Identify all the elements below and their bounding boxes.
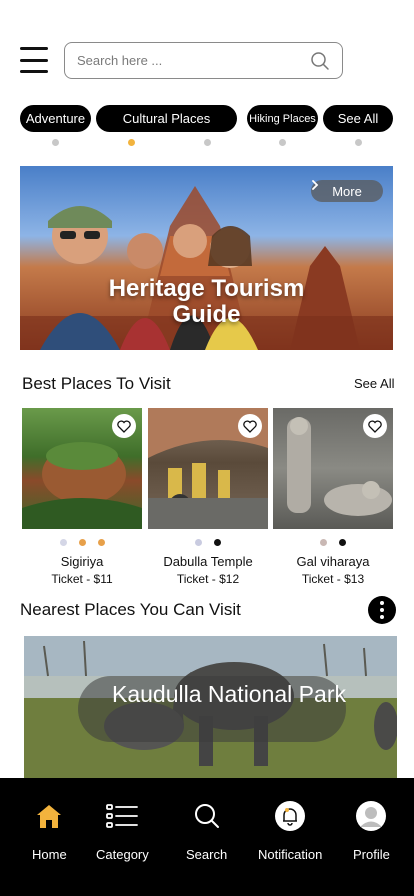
image-dots bbox=[148, 539, 268, 547]
nav-profile[interactable]: Profile bbox=[353, 800, 390, 862]
chip-indicator-dot bbox=[355, 139, 362, 146]
banner-title: Heritage Tourism Guide bbox=[108, 275, 305, 328]
nav-home[interactable]: Home bbox=[32, 800, 67, 862]
nav-category[interactable]: Category bbox=[96, 800, 149, 862]
place-image bbox=[273, 408, 393, 529]
best-places-title: Best Places To Visit bbox=[22, 374, 171, 393]
favorite-button[interactable] bbox=[363, 414, 387, 438]
category-icon bbox=[106, 804, 139, 828]
place-price: Ticket - $11 bbox=[51, 572, 113, 586]
heritage-banner[interactable]: More Heritage Tourism Guide bbox=[20, 166, 393, 350]
nav-notification-label: Notification bbox=[258, 847, 323, 862]
heart-icon bbox=[117, 419, 131, 433]
more-dot bbox=[380, 601, 384, 605]
more-dot bbox=[380, 608, 384, 612]
chip-indicator-dot bbox=[52, 139, 59, 146]
chip-hiking-places[interactable]: Hiking Places bbox=[247, 105, 318, 132]
place-image bbox=[148, 408, 268, 529]
favorite-button[interactable] bbox=[112, 414, 136, 438]
place-name: Sigiriya bbox=[60, 554, 104, 569]
place-name: Dabulla Temple bbox=[163, 554, 253, 569]
menu-line bbox=[20, 70, 48, 73]
nav-profile-label: Profile bbox=[353, 847, 390, 862]
nav-search-label: Search bbox=[186, 847, 228, 862]
user-icon bbox=[356, 801, 387, 831]
nav-category-label: Category bbox=[96, 847, 149, 862]
search-input[interactable] bbox=[77, 53, 310, 68]
place-price: Ticket - $12 bbox=[176, 572, 240, 586]
favorite-button[interactable] bbox=[238, 414, 262, 438]
menu-line bbox=[20, 58, 48, 62]
image-dots bbox=[22, 539, 142, 547]
bell-icon bbox=[275, 801, 306, 831]
nav-home-label: Home bbox=[32, 847, 67, 862]
chip-cultural-places[interactable]: Cultural Places bbox=[96, 105, 237, 132]
nearest-places-title: Nearest Places You Can Visit bbox=[20, 600, 241, 619]
chevron-right-icon bbox=[312, 180, 319, 190]
more-options-button[interactable] bbox=[368, 596, 396, 624]
more-button-label: More bbox=[332, 183, 362, 199]
heart-icon bbox=[368, 419, 382, 433]
place-name: Gal viharaya bbox=[296, 554, 370, 569]
place-card-sigiriya[interactable]: Sigiriya Ticket - $11 bbox=[22, 408, 142, 586]
nav-notification[interactable]: Notification bbox=[258, 800, 322, 862]
bottom-navigation: Home Category Search Notification Profil… bbox=[0, 778, 414, 896]
menu-line bbox=[20, 47, 48, 50]
chip-indicator-dot bbox=[204, 139, 211, 146]
place-price: Ticket - $13 bbox=[301, 572, 365, 586]
chip-indicator-dot bbox=[279, 139, 286, 146]
nav-search[interactable]: Search bbox=[186, 800, 227, 862]
place-image bbox=[22, 408, 142, 529]
see-all-link[interactable]: See All bbox=[354, 376, 394, 391]
heart-icon bbox=[243, 419, 257, 433]
more-dot bbox=[380, 615, 384, 619]
home-icon bbox=[37, 805, 62, 828]
chip-adventure[interactable]: Adventure bbox=[20, 105, 91, 132]
place-card-gal-viharaya[interactable]: Gal viharaya Ticket - $13 bbox=[273, 408, 393, 586]
image-dots bbox=[273, 539, 393, 547]
search-bar[interactable] bbox=[64, 42, 343, 79]
chip-see-all[interactable]: See All bbox=[323, 105, 393, 132]
more-button[interactable]: More bbox=[311, 180, 383, 202]
search-icon bbox=[194, 804, 219, 828]
search-icon[interactable] bbox=[310, 51, 330, 71]
nearest-place-card[interactable]: Kaudulla National Park bbox=[24, 636, 397, 786]
chip-indicator-dot-active bbox=[128, 139, 135, 146]
place-card-dabulla-temple[interactable]: Dabulla Temple Ticket - $12 bbox=[148, 408, 268, 586]
nearest-place-name: Kaudulla National Park bbox=[78, 676, 346, 742]
hamburger-menu-button[interactable] bbox=[20, 47, 48, 73]
